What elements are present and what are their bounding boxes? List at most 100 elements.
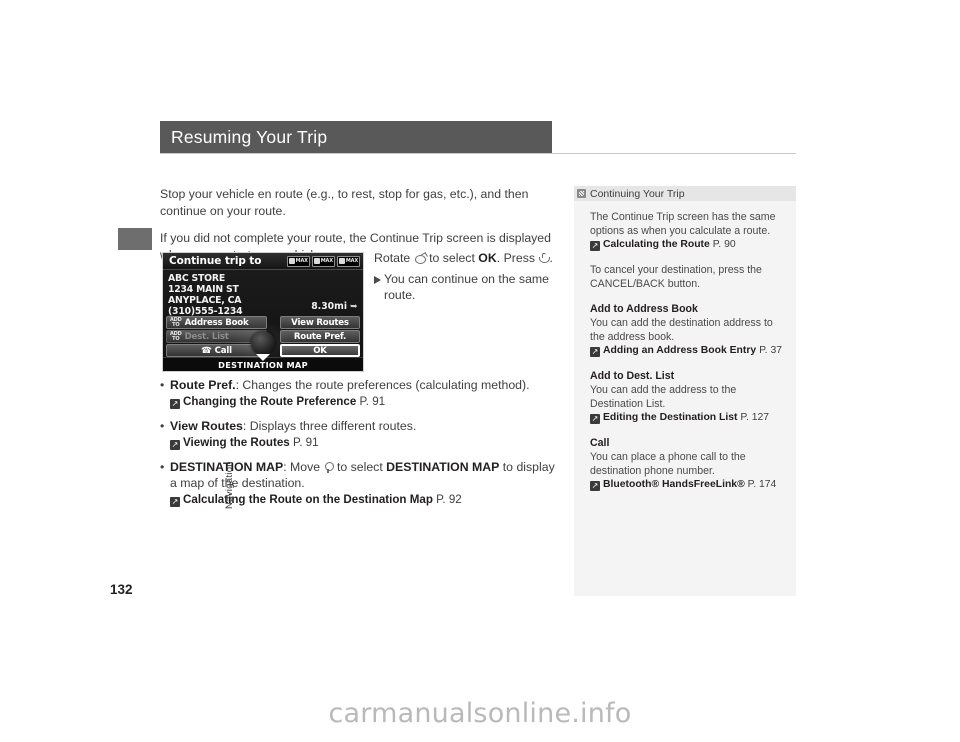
add-to-icon: ADD TO (170, 316, 182, 328)
bullet-desc: : Changes the route preferences (calcula… (235, 378, 530, 392)
list-item: • DESTINATION MAP: Move to select DESTIN… (160, 459, 560, 507)
intro-paragraph-1: Stop your vehicle en route (e.g., to res… (160, 187, 529, 218)
climate-max-indicators: MAX MAX MAX (286, 255, 360, 267)
instruction-line: Rotate to select OK. Press . (374, 250, 564, 267)
reference-name: Calculating the Route on the Destination… (183, 493, 433, 506)
instruction-block: Rotate to select OK. Press . You can con… (374, 250, 564, 304)
reference-page: P. 91 (359, 395, 386, 408)
bullet-desc-c: DESTINATION MAP (386, 460, 500, 474)
cross-reference[interactable]: ↗ Adding an Address Book Entry P. 37 (590, 344, 782, 358)
result-arrow-icon (374, 275, 381, 284)
seat-heat-icon (288, 258, 295, 264)
cross-reference[interactable]: ↗ Bluetooth® HandsFreeLink® P. 174 (590, 478, 782, 492)
reference-page: P. 90 (712, 239, 736, 250)
nav-button-dest-list-label: Dest. List (184, 331, 229, 342)
max-badge-fan-icon: MAX (311, 255, 335, 267)
nav-destination-info: ABC STORE 1234 MAIN ST ANYPLACE, CA (310… (163, 270, 363, 317)
phone-icon: ☎ (201, 345, 212, 356)
bullet-body: Route Pref.: Changes the route preferenc… (170, 377, 530, 409)
reference-name: Calculating the Route (603, 239, 710, 250)
side-note-block: To cancel your destination, press the CA… (590, 263, 782, 291)
reference-page: P. 127 (740, 412, 770, 423)
nav-button-ok-label: OK (313, 345, 327, 356)
list-item: • View Routes: Displays three different … (160, 418, 560, 450)
reference-page: P. 91 (292, 436, 319, 449)
nav-button-address-book-label: Address Book (184, 317, 249, 328)
bullet-dot: • (160, 460, 165, 474)
side-note-panel: Continuing Your Trip The Continue Trip s… (574, 186, 796, 596)
reference-name: Editing the Destination List (603, 412, 738, 423)
title-underline (160, 153, 796, 154)
side-note-header: Continuing Your Trip (574, 186, 796, 201)
add-to-icon: ADD TO (170, 330, 182, 342)
reference-name: Changing the Route Preference (183, 395, 357, 408)
instruction-result: You can continue on the same route. (384, 271, 549, 303)
reference-name: Viewing the Routes (183, 436, 290, 449)
reference-arrow-icon: ↗ (590, 241, 600, 251)
side-note-block: Add to Address Book You can add the dest… (590, 302, 782, 358)
nav-button-view-routes[interactable]: View Routes (280, 316, 360, 329)
side-note-body: The Continue Trip screen has the same op… (574, 201, 796, 492)
bullet-term: View Routes (170, 419, 243, 433)
bullet-body: DESTINATION MAP: Move to select DESTINAT… (170, 459, 560, 507)
nav-screen: Continue trip to MAX MAX MAX ABC STORE 1… (162, 252, 364, 372)
max-label: MAX (345, 258, 358, 264)
bullet-desc: : Displays three different routes. (242, 419, 417, 433)
side-note-block: Add to Dest. List You can add the addres… (590, 369, 782, 425)
max-label: MAX (320, 258, 333, 264)
section-tab-label-wrap: Navigation (120, 252, 235, 509)
bullet-desc-b: to select (336, 460, 383, 474)
max-badge-defrost-icon: MAX (286, 255, 310, 267)
move-joystick-icon (324, 462, 334, 473)
down-arrow-icon (256, 354, 270, 361)
nav-button-area: ADD TO Address Book View Routes ADD TO Des… (163, 315, 363, 365)
reference-page: P. 37 (759, 345, 782, 356)
max-badge-temp-icon: MAX (336, 255, 360, 267)
site-watermark: carmanualsonline.info (328, 698, 632, 729)
cross-reference[interactable]: ↗ Changing the Route Preference P. 91 (170, 394, 530, 409)
destination-name: ABC STORE (168, 273, 225, 284)
bullet-desc-a: : Move (283, 460, 321, 474)
side-note-title: Continuing Your Trip (590, 187, 685, 200)
bullet-body: View Routes: Displays three different ro… (170, 418, 416, 450)
reference-arrow-icon: ↗ (590, 414, 600, 424)
cross-reference[interactable]: ↗ Calculating the Route P. 90 (590, 238, 782, 252)
route-arrow-icon: ➥ (350, 302, 358, 312)
side-note-heading: Add to Dest. List (590, 370, 675, 382)
side-note-block: Call You can place a phone call to the d… (590, 436, 782, 492)
bullet-term: Route Pref. (170, 378, 236, 392)
instruction-result-row: You can continue on the same route. (374, 271, 564, 304)
cross-reference[interactable]: ↗ Calculating the Route on the Destinatio… (170, 492, 560, 507)
reference-arrow-icon: ↗ (170, 440, 180, 450)
reference-arrow-icon: ↗ (170, 399, 180, 409)
instruction-lead: Rotate (374, 251, 411, 265)
destination-distance: 8.30mi (311, 301, 347, 312)
reference-arrow-icon: ↗ (170, 497, 180, 507)
nav-screen-header: Continue trip to MAX MAX MAX (163, 253, 363, 270)
instruction-mid: to select (429, 251, 475, 265)
interface-dial-knob[interactable] (251, 331, 275, 355)
destination-street: 1234 MAIN ST (168, 284, 239, 295)
note-icon (577, 189, 586, 198)
section-tab-marker (118, 228, 152, 250)
nav-button-route-pref-label: Route Pref. (293, 331, 347, 342)
page-number: 132 (110, 582, 133, 597)
nav-button-call-label: Call (214, 345, 232, 356)
side-note-text: You can place a phone call to the destin… (590, 451, 746, 477)
side-note-text: You can add the destination address to t… (590, 317, 773, 343)
instruction-target: OK (478, 251, 497, 265)
side-note-text: To cancel your destination, press the CA… (590, 264, 762, 290)
rotate-dial-icon (414, 253, 426, 264)
cross-reference[interactable]: ↗ Viewing the Routes P. 91 (170, 435, 416, 450)
reference-page: P. 92 (436, 493, 462, 506)
press-dial-icon (538, 253, 551, 264)
side-note-text: The Continue Trip screen has the same op… (590, 211, 776, 237)
bullet-dot: • (160, 419, 165, 433)
max-label: MAX (295, 258, 308, 264)
reference-page: P. 174 (747, 479, 777, 490)
cross-reference[interactable]: ↗ Editing the Destination List P. 127 (590, 411, 782, 425)
options-bullet-list: • Route Pref.: Changes the route prefere… (160, 377, 560, 516)
reference-arrow-icon: ↗ (590, 347, 600, 357)
page-title-band: Resuming Your Trip (160, 121, 552, 154)
fan-icon (313, 258, 320, 264)
